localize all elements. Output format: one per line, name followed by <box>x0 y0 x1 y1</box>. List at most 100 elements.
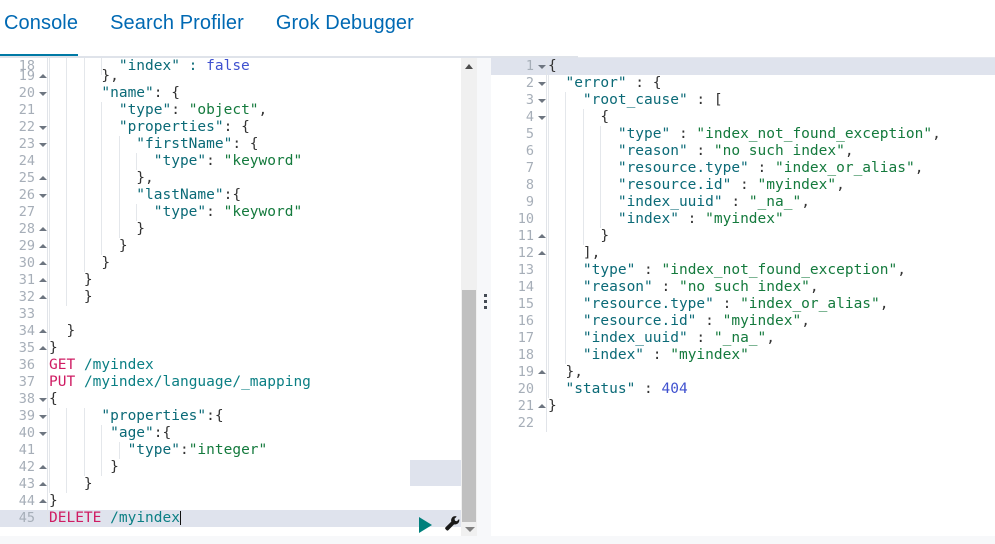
code-line[interactable]: 9 "index_uuid" : "_na_", <box>491 194 995 211</box>
code-line[interactable]: 5 "type" : "index_not_found_exception", <box>491 126 995 143</box>
tab-search-profiler[interactable]: Search Profiler <box>94 0 260 49</box>
code-token: :{ <box>153 425 172 441</box>
code-line[interactable]: 13 "type" : "index_not_found_exception", <box>491 262 995 279</box>
code-token: "reason" <box>548 143 688 159</box>
code-token: : <box>652 279 679 295</box>
request-editor[interactable]: 18 "index" : false 19 }, 20 "name": {21 "t… <box>0 58 461 544</box>
code-text: "index_uuid" : "_na_", <box>548 330 775 347</box>
code-line[interactable]: 26 "lastName":{ <box>0 187 461 204</box>
code-line[interactable]: 22 <box>491 415 995 432</box>
code-line[interactable]: 11 } <box>491 228 995 245</box>
code-line[interactable]: 4 { <box>491 109 995 126</box>
code-line[interactable]: 31 } <box>0 272 461 289</box>
code-text: "type": "object", <box>49 102 267 119</box>
code-text: ], <box>548 245 600 262</box>
code-token: "type" <box>49 102 172 118</box>
scrollbar-thumb-bottom[interactable] <box>462 505 475 521</box>
code-line[interactable]: 20 "name": { <box>0 85 461 102</box>
code-token: { <box>49 391 58 407</box>
line-number: 18 <box>517 347 534 363</box>
code-line[interactable]: 12 ], <box>491 245 995 262</box>
code-token: } <box>49 459 119 475</box>
code-line[interactable]: 29 } <box>0 238 461 255</box>
line-number: 33 <box>18 306 35 322</box>
code-line[interactable]: 23 "firstName": { <box>0 136 461 153</box>
code-line[interactable]: 19 }, <box>491 364 995 381</box>
code-line[interactable]: 7 "resource.type" : "index_or_alias", <box>491 160 995 177</box>
response-viewer[interactable]: 1{2 "error" : {3 "root_cause" : [4 {5 "t… <box>491 58 995 544</box>
code-line[interactable]: 32 } <box>0 289 461 306</box>
code-token: , <box>801 313 810 329</box>
code-line[interactable]: 24 "type": "keyword" <box>0 153 461 170</box>
code-line[interactable]: 35} <box>0 340 461 357</box>
line-number: 12 <box>517 245 534 261</box>
code-text: "resource.type" : "index_or_alias", <box>548 160 924 177</box>
code-line[interactable]: 14 "reason" : "no such index", <box>491 279 995 296</box>
request-editor-code[interactable]: 18 "index" : false 19 }, 20 "name": {21 "t… <box>0 58 461 527</box>
code-line[interactable]: 25 }, <box>0 170 461 187</box>
code-line[interactable]: 15 "resource.type" : "index_or_alias", <box>491 296 995 313</box>
gutter-divider <box>47 289 48 306</box>
code-line[interactable]: 1{ <box>491 58 995 75</box>
code-line[interactable]: 40 "age":{ <box>0 425 461 442</box>
code-line[interactable]: 41 "type":"integer" <box>0 442 461 459</box>
gutter-divider <box>546 177 547 194</box>
gutter-divider <box>47 510 48 527</box>
code-token: : <box>179 442 189 458</box>
code-line[interactable]: 38 { <box>0 391 461 408</box>
code-line[interactable]: 18 "index" : "myindex" <box>491 347 995 364</box>
code-line[interactable]: 22 "properties": { <box>0 119 461 136</box>
request-editor-scrollbar[interactable] <box>461 58 477 544</box>
scroll-down-arrow-icon[interactable] <box>465 527 475 532</box>
code-token: , <box>914 160 924 176</box>
gutter-divider <box>47 119 48 136</box>
code-token: "age" <box>49 425 154 441</box>
code-line[interactable]: 33 <box>0 306 461 323</box>
code-line[interactable]: 36 GET /myindex <box>0 357 461 374</box>
code-line[interactable]: 39 "properties":{ <box>0 408 461 425</box>
code-line[interactable]: 10 "index" : "myindex" <box>491 211 995 228</box>
code-line[interactable]: 20 "status" : 404 <box>491 381 995 398</box>
code-line[interactable]: 37 PUT /myindex/language/_mapping <box>0 374 461 391</box>
code-token: } <box>49 493 58 509</box>
code-line[interactable]: 16 "resource.id" : "myindex", <box>491 313 995 330</box>
tab-grok-debugger[interactable]: Grok Debugger <box>260 0 430 49</box>
code-line[interactable]: 2 "error" : { <box>491 75 995 92</box>
gutter-divider <box>47 493 48 510</box>
code-text: } <box>49 493 58 510</box>
request-options-wrench-icon[interactable] <box>443 514 461 532</box>
code-line[interactable]: 17 "index_uuid" : "_na_", <box>491 330 995 347</box>
scroll-up-arrow-icon[interactable] <box>465 64 473 69</box>
code-line[interactable]: 6 "reason" : "no such index", <box>491 143 995 160</box>
code-line[interactable]: 18 "index" : false <box>0 58 461 75</box>
code-line[interactable]: 21 "type": "object", <box>0 102 461 119</box>
code-line[interactable]: 43 } <box>0 476 461 493</box>
tab-console[interactable]: Console <box>0 0 94 49</box>
gutter-divider <box>47 425 48 442</box>
code-line[interactable]: 34 } <box>0 323 461 340</box>
code-line[interactable]: 28 } <box>0 221 461 238</box>
code-line[interactable]: 27 "type": "keyword" <box>0 204 461 221</box>
code-token: , <box>932 126 941 142</box>
gutter-divider <box>546 211 547 228</box>
code-line[interactable]: 30 } <box>0 255 461 272</box>
code-line[interactable]: 45 DELETE /myindex <box>0 510 461 527</box>
scrollbar-thumb[interactable] <box>462 290 476 522</box>
pane-resize-handle-icon[interactable] <box>484 294 487 309</box>
line-number: 27 <box>18 204 35 220</box>
gutter-divider <box>546 194 547 211</box>
code-line[interactable]: 3 "root_cause" : [ <box>491 92 995 109</box>
code-token: "lastName" <box>49 187 224 203</box>
line-number: 8 <box>525 177 534 193</box>
send-request-play-icon[interactable] <box>419 517 432 533</box>
code-line[interactable]: 8 "resource.id" : "myindex", <box>491 177 995 194</box>
code-line[interactable]: 44} <box>0 493 461 510</box>
code-line[interactable]: 21} <box>491 398 995 415</box>
code-token: "myindex" <box>722 313 802 329</box>
code-token: "firstName" <box>49 136 233 152</box>
code-line[interactable]: 19 }, <box>0 68 461 85</box>
code-token: "myindex" <box>757 177 837 193</box>
code-text: } <box>49 272 93 289</box>
code-line[interactable]: 42 } <box>0 459 461 476</box>
